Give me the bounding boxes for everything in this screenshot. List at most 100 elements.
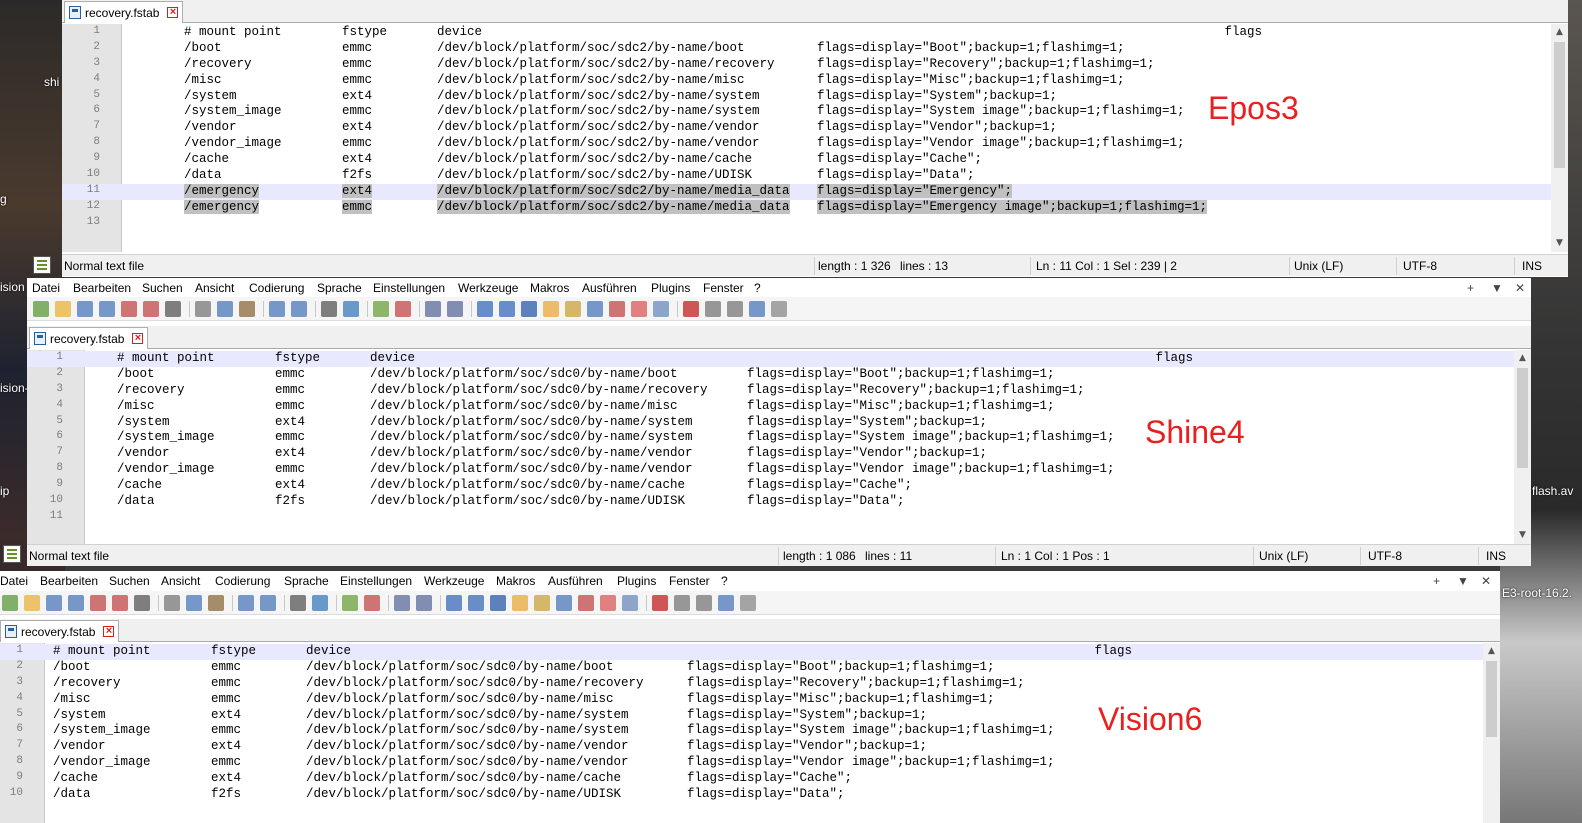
zoom-in-icon[interactable] [342, 595, 358, 611]
word-wrap-icon[interactable] [446, 595, 462, 611]
word-wrap-icon[interactable] [477, 301, 493, 317]
close-all-icon[interactable] [143, 301, 159, 317]
cut-icon[interactable] [195, 301, 211, 317]
scrollbar-thumb[interactable] [1486, 661, 1497, 737]
show-all-chars-icon[interactable] [499, 301, 515, 317]
desktop-icon-label[interactable]: flash.av [1532, 484, 1573, 498]
run-macro-multiple-icon[interactable] [749, 301, 765, 317]
doc-map-icon[interactable] [565, 301, 581, 317]
code-line[interactable]: 7/vendor ext4/dev/block/platform/soc/sdc2… [62, 120, 1568, 136]
save-macro-icon[interactable] [771, 301, 787, 317]
sync-horizontal-icon[interactable] [447, 301, 463, 317]
menu-item[interactable]: Datei [0, 574, 28, 588]
window-add-icon[interactable]: + [1467, 281, 1474, 295]
udl-icon[interactable] [512, 595, 528, 611]
code-line[interactable]: 1 # mount point fstype device flags [62, 25, 1568, 41]
redo-icon[interactable] [291, 301, 307, 317]
code-line[interactable]: 4/misc emmc/dev/block/platform/soc/sdc2/b… [62, 73, 1568, 89]
menu-item[interactable]: Suchen [142, 281, 183, 295]
desktop-icon-label[interactable]: ision [0, 280, 25, 294]
desktop-icon-label[interactable]: ip [0, 484, 9, 498]
save-all-icon[interactable] [99, 301, 115, 317]
code-line[interactable]: 1 # mount point fstype device flags [0, 644, 1500, 660]
menu-item[interactable]: Codierung [215, 574, 270, 588]
copy-icon[interactable] [186, 595, 202, 611]
zoom-out-icon[interactable] [395, 301, 411, 317]
code-line[interactable]: 4/misc emmc/dev/block/platform/soc/sdc0/b… [27, 399, 1531, 415]
vertical-scrollbar[interactable]: ▲ ▼ [1514, 350, 1531, 544]
code-line[interactable]: 9/cache ext4/dev/block/platform/soc/sdc2/… [62, 152, 1568, 168]
play-macro-icon[interactable] [727, 301, 743, 317]
close-tab-icon[interactable]: × [167, 7, 179, 18]
menu-item[interactable]: Einstellungen [373, 281, 445, 295]
paste-icon[interactable] [208, 595, 224, 611]
function-list-icon[interactable] [556, 595, 572, 611]
code-line[interactable]: 10/data f2fs/dev/block/platform/soc/sdc0/… [27, 494, 1531, 510]
indent-guide-icon[interactable] [490, 595, 506, 611]
doc-list-icon[interactable] [600, 595, 616, 611]
desktop-icon-label[interactable]: ision- [0, 381, 29, 395]
tab-recovery-fstab[interactable]: recovery.fstab × [0, 620, 120, 642]
menu-item[interactable]: Fenster [669, 574, 710, 588]
code-line[interactable]: 8/vendor_image emmc/dev/block/platform/so… [27, 462, 1531, 478]
close-icon[interactable] [121, 301, 137, 317]
monitor-icon[interactable] [653, 301, 669, 317]
sync-vertical-icon[interactable] [394, 595, 410, 611]
code-line[interactable]: 5/system ext4/dev/block/platform/soc/sdc2… [62, 89, 1568, 105]
close-tab-icon[interactable]: × [103, 626, 115, 637]
close-icon[interactable] [90, 595, 106, 611]
open-file-icon[interactable] [55, 301, 71, 317]
print-icon[interactable] [134, 595, 150, 611]
record-macro-icon[interactable] [683, 301, 699, 317]
scroll-up-icon[interactable]: ▲ [1551, 24, 1568, 41]
run-macro-multiple-icon[interactable] [718, 595, 734, 611]
scroll-up-icon[interactable]: ▲ [1514, 350, 1531, 367]
undo-icon[interactable] [238, 595, 254, 611]
menu-item[interactable]: Makros [496, 574, 535, 588]
cut-icon[interactable] [164, 595, 180, 611]
code-line[interactable]: 10/data f2fs/dev/block/platform/soc/sdc0/… [0, 787, 1500, 803]
code-line[interactable]: 2/boot emmc/dev/block/platform/soc/sdc2/b… [62, 41, 1568, 57]
window-menu-icon[interactable]: ▼ [1491, 281, 1503, 295]
menu-item[interactable]: Einstellungen [340, 574, 412, 588]
stop-macro-icon[interactable] [705, 301, 721, 317]
doc-map-icon[interactable] [534, 595, 550, 611]
close-all-icon[interactable] [112, 595, 128, 611]
scrollbar-thumb[interactable] [1554, 42, 1565, 168]
code-line[interactable]: 3/recovery emmc/dev/block/platform/soc/sd… [0, 676, 1500, 692]
function-list-icon[interactable] [587, 301, 603, 317]
save-all-icon[interactable] [68, 595, 84, 611]
menu-item[interactable]: Bearbeiten [73, 281, 131, 295]
redo-icon[interactable] [260, 595, 276, 611]
menu-item[interactable]: Plugins [651, 281, 690, 295]
code-line[interactable]: 6/system_image emmc/dev/block/platform/so… [62, 104, 1568, 120]
code-line[interactable]: 8/vendor_image emmc/dev/block/platform/so… [0, 755, 1500, 771]
menu-item[interactable]: Werkzeuge [458, 281, 518, 295]
menu-item[interactable]: Datei [32, 281, 60, 295]
find-icon[interactable] [321, 301, 337, 317]
menu-item[interactable]: Werkzeuge [424, 574, 484, 588]
menu-item[interactable]: Ausführen [582, 281, 637, 295]
code-line[interactable]: 12/emergency emmc/dev/block/platform/soc/… [62, 199, 1568, 216]
close-tab-icon[interactable]: × [132, 333, 144, 344]
monitor-icon[interactable] [622, 595, 638, 611]
menu-item[interactable]: Ansicht [195, 281, 234, 295]
window-menu-icon[interactable]: ▼ [1457, 574, 1469, 588]
save-icon[interactable] [77, 301, 93, 317]
vertical-scrollbar[interactable]: ▲ ▼ [1551, 24, 1568, 252]
scroll-down-icon[interactable]: ▼ [1514, 527, 1531, 544]
text-editor[interactable]: 1 # mount point fstype device flags 2/boot em… [27, 350, 1531, 544]
window-close-icon[interactable]: ✕ [1515, 281, 1525, 295]
menu-item[interactable]: Bearbeiten [40, 574, 98, 588]
code-line[interactable]: 2/boot emmc/dev/block/platform/soc/sdc0/b… [0, 660, 1500, 676]
copy-icon[interactable] [217, 301, 233, 317]
editor-lines[interactable]: 1 # mount point fstype device flags 2/boot em… [27, 351, 1531, 544]
save-icon[interactable] [46, 595, 62, 611]
print-icon[interactable] [165, 301, 181, 317]
play-macro-icon[interactable] [696, 595, 712, 611]
scrollbar-thumb[interactable] [1517, 368, 1528, 468]
code-line[interactable]: 11 [27, 510, 1531, 526]
zoom-out-icon[interactable] [364, 595, 380, 611]
desktop-icon-label[interactable]: g [0, 192, 7, 206]
text-editor[interactable]: 1 # mount point fstype device flags 2/boot em… [0, 643, 1500, 823]
